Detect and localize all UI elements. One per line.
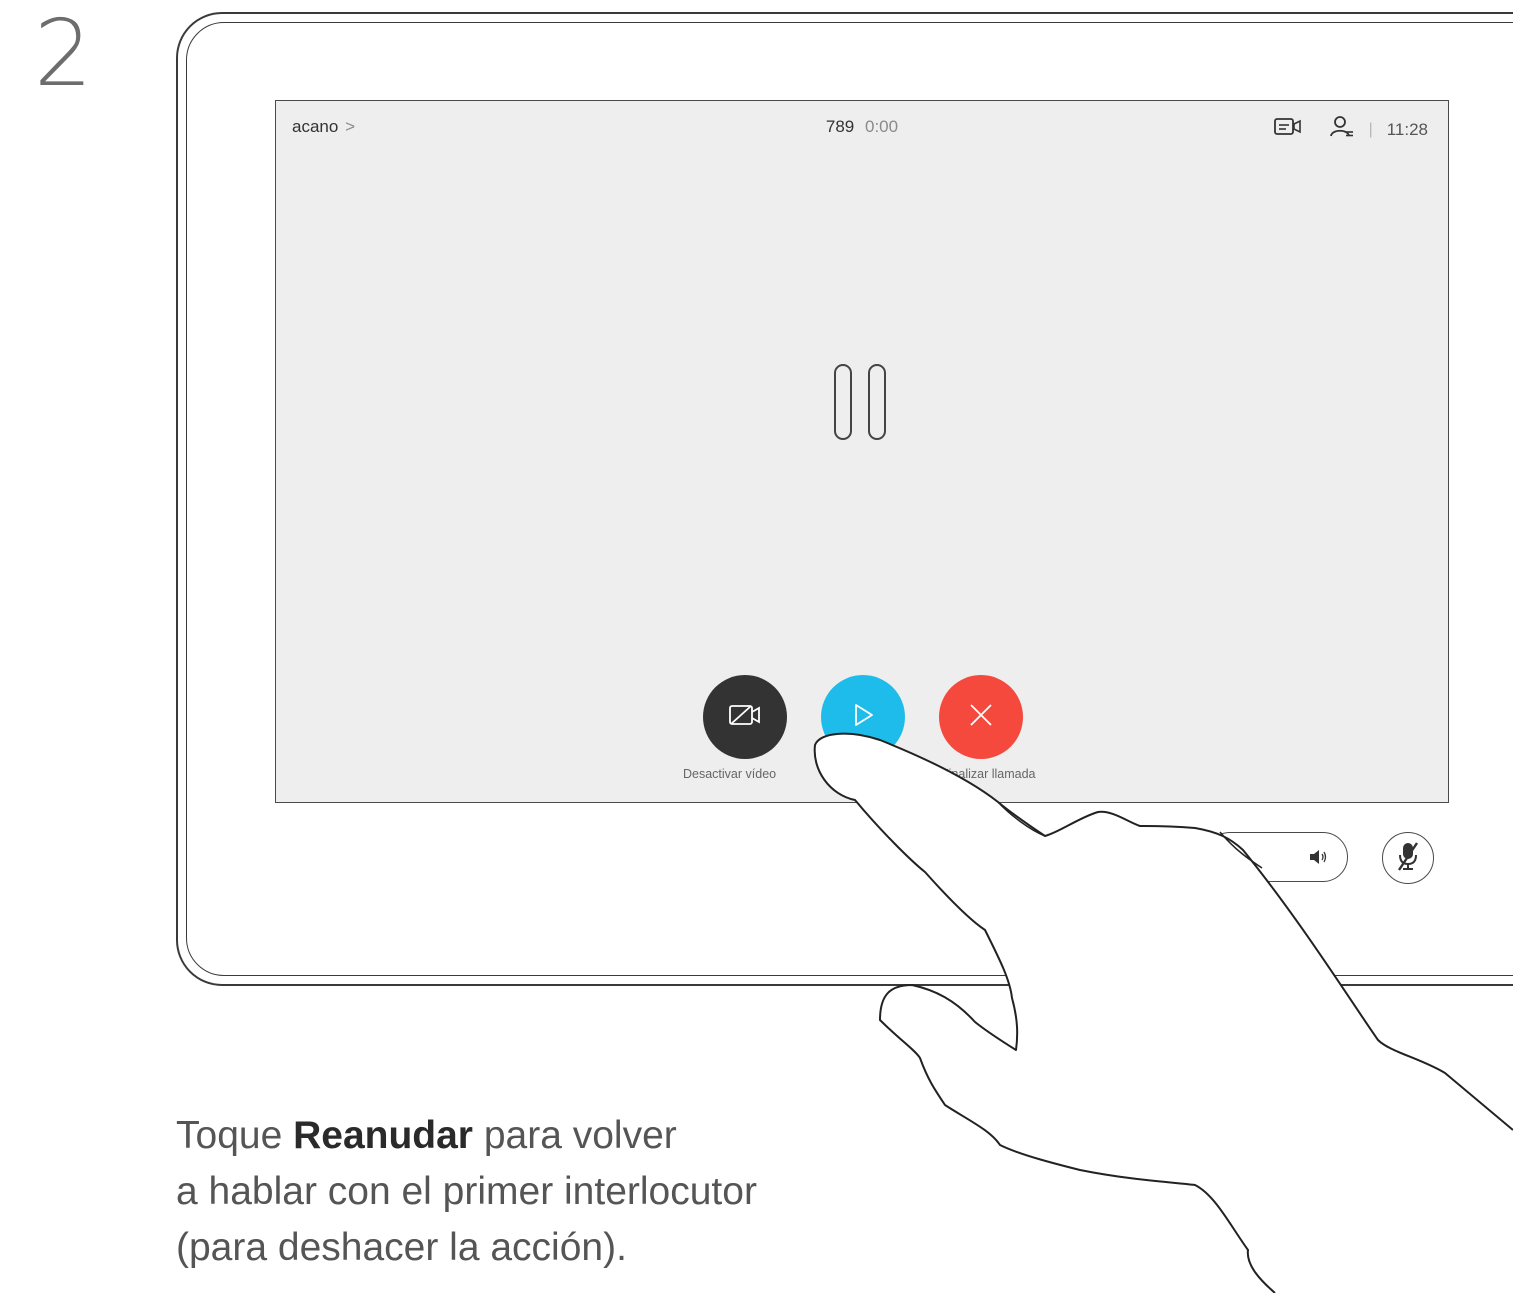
instruction-line-2: a hablar con el primer interlocutor (176, 1170, 757, 1213)
pause-icon (833, 363, 893, 448)
camera-off-icon (727, 701, 763, 734)
volume-control[interactable] (1205, 832, 1348, 882)
mute-button[interactable] (1382, 832, 1434, 884)
instruction-text: Toque Reanudar para volver a hablar con … (176, 1108, 757, 1276)
status-right: | 11:28 (1273, 115, 1428, 144)
end-call-button[interactable] (939, 675, 1023, 759)
close-icon (967, 701, 995, 734)
video-off-label: Desactivar vídeo (683, 767, 777, 781)
instruction-line-1: Toque Reanudar para volver (176, 1108, 757, 1164)
status-bar: acano > 789 0:00 | 11:28 (276, 101, 1448, 157)
resume-highlight: Reanudar (293, 1114, 473, 1157)
participants-icon[interactable] (1329, 115, 1355, 144)
play-icon (849, 701, 877, 734)
speaker-icon (1307, 846, 1329, 873)
layout-icon[interactable] (1273, 116, 1303, 143)
call-controls: Desactivar vídeo Finalizar llamada (681, 675, 1041, 781)
call-number: 789 (825, 117, 855, 136)
step-number: 2 (34, 0, 93, 107)
end-call-label: Finalizar llamada (941, 767, 1036, 781)
touch-screen: acano > 789 0:00 | 11:28 Desactivar víde… (275, 100, 1449, 803)
clock: 11:28 (1386, 119, 1428, 139)
instruction-prefix: Toque (176, 1114, 294, 1157)
call-duration: 0:00 (865, 117, 899, 136)
video-off-button[interactable] (703, 675, 787, 759)
status-separator: | (1368, 120, 1373, 138)
resume-button[interactable] (821, 675, 905, 759)
microphone-muted-icon (1393, 840, 1423, 877)
instruction-line-3: (para deshacer la acción). (176, 1226, 627, 1269)
instruction-line-1-rest: para volver (473, 1114, 677, 1157)
